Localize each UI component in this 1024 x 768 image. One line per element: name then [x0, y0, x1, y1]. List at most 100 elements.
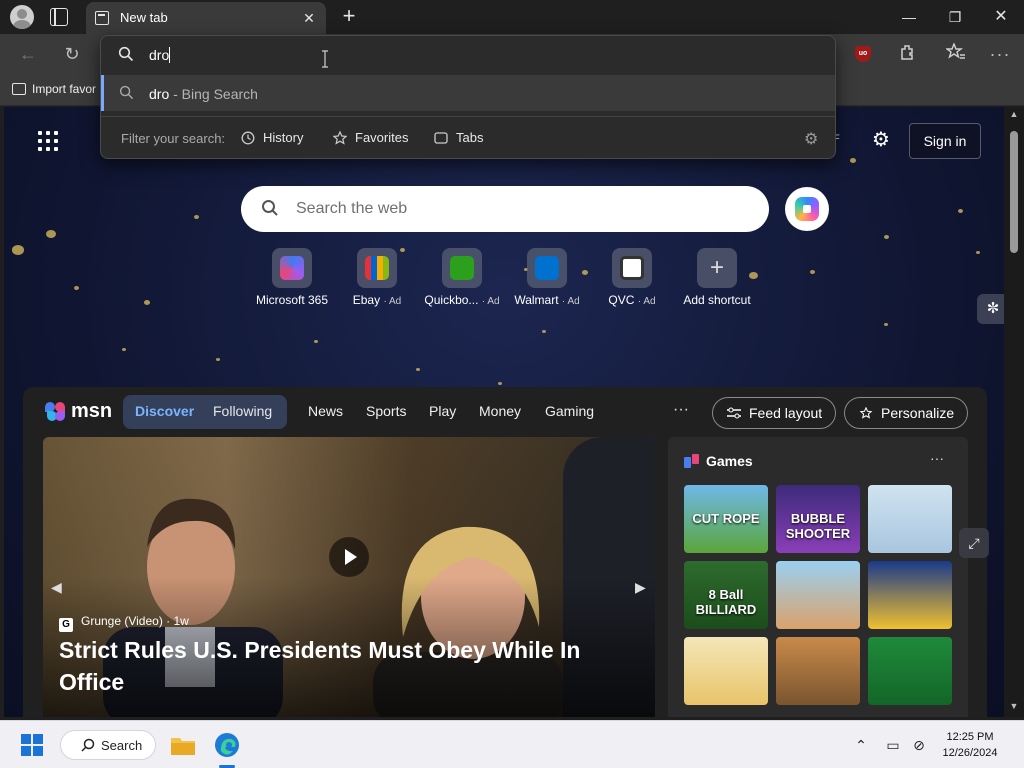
game-solitaire[interactable]: [868, 637, 952, 705]
app-launcher-icon[interactable]: [38, 131, 58, 151]
play-video-icon[interactable]: [329, 537, 369, 577]
filter-favorites-button[interactable]: Favorites: [333, 130, 408, 145]
game-cat-bees[interactable]: [684, 637, 768, 705]
shortcut-quickbooks[interactable]: Quickbo... · Ad: [417, 248, 507, 307]
ublock-origin-icon[interactable]: uo: [855, 46, 871, 62]
shortcut-tile: +: [697, 248, 737, 288]
confetti-particle: [958, 209, 963, 213]
refresh-icon[interactable]: ↻: [61, 43, 83, 65]
game-deer-hunter[interactable]: [776, 637, 860, 705]
search-icon: [262, 200, 278, 216]
file-explorer-icon[interactable]: [168, 730, 198, 760]
carousel-next-icon[interactable]: ▶: [635, 579, 646, 596]
confetti-particle: [194, 215, 199, 219]
web-search-box[interactable]: Search the web: [241, 186, 769, 232]
shortcut-tile: [442, 248, 482, 288]
show-hidden-icons-chevron-icon[interactable]: ⌃: [852, 736, 870, 754]
shortcut-label: Microsoft 365: [255, 293, 329, 307]
game-stickman-thief[interactable]: [868, 485, 952, 553]
settings-more-icon[interactable]: ···: [989, 43, 1011, 65]
nav-sports[interactable]: Sports: [366, 403, 406, 419]
clock-date: 12/26/2024: [942, 747, 998, 759]
article-headline[interactable]: Strict Rules U.S. Presidents Must Obey W…: [59, 634, 619, 698]
scroll-up-icon[interactable]: ▲: [1008, 109, 1020, 119]
display-icon[interactable]: ▭: [884, 736, 902, 754]
tab-discover[interactable]: Discover: [135, 403, 194, 419]
filter-history-button[interactable]: History: [241, 130, 303, 145]
feed-mode-switch: Discover Following: [123, 395, 287, 429]
taskbar-search-button[interactable]: Search: [60, 730, 156, 760]
close-window-icon[interactable]: ✕: [989, 5, 1013, 29]
sliders-icon: [727, 407, 741, 419]
tab-new-tab[interactable]: New tab ✕: [86, 2, 326, 34]
personalize-button[interactable]: Personalize: [844, 397, 968, 429]
network-icon[interactable]: ⊘: [910, 736, 928, 754]
tab-following[interactable]: Following: [213, 403, 272, 419]
qvc-icon: [620, 256, 644, 280]
clock-time: 12:25 PM: [946, 731, 994, 743]
game-girl-character[interactable]: [776, 561, 860, 629]
shortcut-walmart[interactable]: Walmart · Ad: [502, 248, 592, 307]
shortcut-label: QVC · Ad: [608, 293, 656, 307]
game-8-ball-billiard[interactable]: 8 Ball BILLIARD: [684, 561, 768, 629]
suggestion-bing-search[interactable]: dro - Bing Search: [101, 75, 835, 111]
carousel-prev-icon[interactable]: ◀: [51, 579, 62, 596]
shortcut-plus[interactable]: + Add shortcut: [672, 248, 762, 307]
microsoft-edge-icon[interactable]: [212, 730, 242, 760]
shortcut-tile: [612, 248, 652, 288]
shortcut-label: Ebay · Ad: [352, 293, 402, 307]
taskbar-clock[interactable]: 12:25 PM 12/26/2024: [940, 729, 1000, 761]
minimize-icon[interactable]: —: [897, 5, 921, 29]
microsoft-365-icon: [280, 256, 304, 280]
search-placeholder: Search the web: [296, 200, 408, 217]
close-tab-icon[interactable]: ✕: [300, 9, 318, 27]
nav-more-icon[interactable]: ···: [673, 401, 689, 419]
shortcut-microsoft-365[interactable]: Microsoft 365: [247, 248, 337, 307]
extensions-icon[interactable]: [897, 43, 919, 65]
confetti-particle: [810, 270, 815, 274]
import-favorites-button[interactable]: Import favor: [12, 82, 96, 96]
scroll-thumb[interactable]: [1010, 131, 1018, 253]
address-bar-dropdown: dro dro - Bing Search Filter your search…: [100, 35, 836, 159]
suggestion-text: dro - Bing Search: [149, 86, 258, 102]
back-arrow-icon[interactable]: ←: [17, 43, 39, 65]
shortcut-tile: [272, 248, 312, 288]
background-effects-icon[interactable]: ✼: [977, 294, 1004, 324]
game-cut-the-rope[interactable]: CUT ROPE: [684, 485, 768, 553]
game-bubble-shooter[interactable]: BUBBLE SHOOTER: [776, 485, 860, 553]
games-more-icon[interactable]: ···: [930, 450, 944, 466]
tab-actions-icon[interactable]: [50, 8, 68, 26]
nav-gaming[interactable]: Gaming: [545, 403, 594, 419]
feed-layout-button[interactable]: Feed layout: [712, 397, 836, 429]
personalize-label: Personalize: [881, 405, 955, 421]
nav-play[interactable]: Play: [429, 403, 456, 419]
nav-news[interactable]: News: [308, 403, 343, 419]
games-title: Games: [706, 453, 753, 469]
restore-icon[interactable]: ❐: [943, 5, 967, 29]
windows-start-icon[interactable]: [21, 734, 43, 756]
source-logo-icon: G: [59, 618, 73, 632]
source-name: Grunge (Video): [81, 614, 163, 628]
favorites-star-icon[interactable]: [944, 42, 967, 65]
msn-logo[interactable]: msn: [45, 399, 112, 425]
nav-money[interactable]: Money: [479, 403, 521, 419]
new-tab-plus-icon[interactable]: +: [338, 5, 360, 27]
scroll-down-icon[interactable]: ▼: [1008, 701, 1020, 711]
expand-icon[interactable]: ⤢: [959, 528, 989, 558]
page-settings-gear-icon[interactable]: ⚙: [870, 129, 892, 151]
address-bar-input[interactable]: dro: [101, 36, 835, 74]
hero-article-card[interactable]: ◀ ▶ G Grunge (Video) · 1w Strict Rules U.…: [43, 437, 655, 717]
confetti-particle: [884, 323, 888, 327]
filter-label: Filter your search:: [121, 131, 226, 146]
title-bar: New tab ✕ + — ❐ ✕: [0, 0, 1024, 34]
copilot-button[interactable]: [785, 187, 829, 231]
page-scrollbar[interactable]: ▲ ▼: [1004, 107, 1024, 717]
shortcut-tile: [527, 248, 567, 288]
filter-tabs-button[interactable]: Tabs: [434, 130, 483, 145]
game-block-puzzle[interactable]: [868, 561, 952, 629]
shortcut-ebay[interactable]: Ebay · Ad: [332, 248, 422, 307]
shortcut-qvc[interactable]: QVC · Ad: [587, 248, 677, 307]
profile-avatar-icon[interactable]: [10, 5, 34, 29]
sign-in-button[interactable]: Sign in: [909, 123, 981, 159]
search-settings-gear-icon[interactable]: ⚙: [804, 129, 818, 149]
